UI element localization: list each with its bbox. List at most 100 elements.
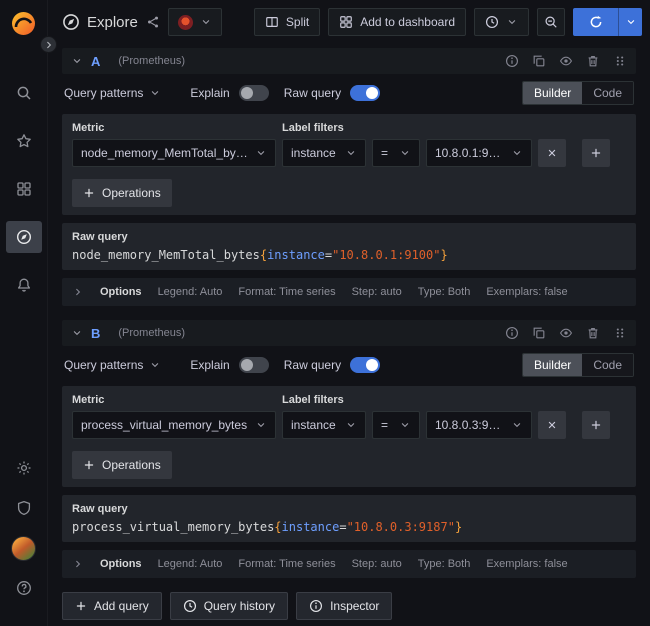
label-filters-field-label: Label filters [282, 394, 344, 406]
page-title-text: Explore [87, 14, 138, 31]
explain-toggle[interactable] [239, 357, 269, 373]
query-history-button[interactable]: Query history [170, 592, 288, 620]
raw-query-toggle[interactable] [350, 357, 380, 373]
query-toolbar: Query patterns Explain Raw query Builder… [62, 80, 636, 106]
code-mode-button[interactable]: Code [582, 354, 633, 376]
caret-down-icon [345, 419, 357, 431]
add-operation-button[interactable]: Operations [72, 179, 172, 207]
add-operation-button[interactable]: Operations [72, 451, 172, 479]
collapse-chevron-down-icon[interactable] [71, 327, 83, 339]
filter-operator-value: = [381, 418, 388, 432]
drag-grip-icon[interactable] [613, 326, 627, 340]
remove-query-trash-icon[interactable] [586, 54, 600, 68]
remove-query-trash-icon[interactable] [586, 326, 600, 340]
filter-label-select[interactable]: instance [282, 411, 366, 439]
plus-icon [590, 147, 602, 159]
add-to-dashboard-button[interactable]: Add to dashboard [328, 8, 466, 36]
query-editor-a: A (Prometheus) Query patterns Explain Ra… [62, 48, 636, 306]
explain-toggle[interactable] [239, 85, 269, 101]
sidebar-item-explore[interactable] [6, 221, 42, 253]
drag-grip-icon[interactable] [613, 54, 627, 68]
code-label-key: instance [282, 520, 340, 534]
share-alt-icon [146, 15, 160, 29]
raw-query-toggle[interactable] [350, 85, 380, 101]
duplicate-query-icon[interactable] [532, 54, 546, 68]
query-help-icon[interactable] [505, 326, 519, 340]
builder-mode-button[interactable]: Builder [523, 354, 582, 376]
add-filter-button[interactable] [582, 139, 610, 167]
hide-response-eye-icon[interactable] [559, 54, 573, 68]
sidebar-item-help[interactable] [6, 572, 42, 604]
options-label: Options [100, 286, 142, 298]
editor-mode-segmented: Builder Code [522, 353, 634, 377]
sidebar-item-search[interactable] [6, 77, 42, 109]
collapse-chevron-down-icon[interactable] [71, 55, 83, 67]
filter-value-select[interactable]: 10.8.0.3:9187 [426, 411, 532, 439]
split-button[interactable]: Split [254, 8, 320, 36]
query-builder-panel: Metric Label filters node_memory_MemTota… [62, 114, 636, 215]
run-query-button[interactable] [573, 8, 619, 36]
sidebar-item-configuration[interactable] [6, 452, 42, 484]
raw-query-panel: Raw query node_memory_MemTotal_bytes{ins… [62, 223, 636, 270]
sidebar-item-starred[interactable] [6, 125, 42, 157]
sidebar-expand-button[interactable] [40, 36, 57, 53]
grafana-logo-icon[interactable] [10, 10, 37, 37]
split-label: Split [286, 15, 309, 29]
query-patterns-dropdown[interactable]: Query patterns [64, 358, 161, 372]
filter-operator-select[interactable]: = [372, 411, 420, 439]
explain-label: Explain [190, 358, 229, 372]
metric-select[interactable]: node_memory_MemTotal_bytes [72, 139, 276, 167]
remove-filter-button[interactable] [538, 139, 566, 167]
filter-label-select[interactable]: instance [282, 139, 366, 167]
options-type: Type: Both [418, 558, 471, 570]
filter-value-text: 10.8.0.1:9100 [435, 146, 505, 160]
share-shortlink-button[interactable] [146, 15, 160, 29]
label-filters-field-label: Label filters [282, 122, 344, 134]
query-ref-id[interactable]: B [91, 326, 100, 341]
query-options-row[interactable]: Options Legend: Auto Format: Time series… [62, 550, 636, 578]
hide-response-eye-icon[interactable] [559, 326, 573, 340]
add-query-label: Add query [94, 599, 149, 613]
apps-grid-icon [339, 15, 353, 29]
query-ref-id[interactable]: A [91, 54, 100, 69]
raw-query-panel-label: Raw query [72, 231, 626, 243]
query-datasource-name: (Prometheus) [118, 55, 185, 67]
query-header-actions [505, 54, 627, 68]
run-query-interval-caret[interactable] [619, 8, 642, 36]
filter-operator-value: = [381, 146, 388, 160]
apps-grid-icon [16, 181, 32, 197]
sidebar-item-server-admin[interactable] [6, 492, 42, 524]
plus-icon [75, 600, 87, 612]
code-open-brace: { [274, 520, 281, 534]
query-header: A (Prometheus) [62, 48, 636, 74]
duplicate-query-icon[interactable] [532, 326, 546, 340]
compass-icon [62, 13, 80, 31]
prometheus-datasource-icon [178, 15, 193, 30]
remove-filter-button[interactable] [538, 411, 566, 439]
close-icon [546, 419, 558, 431]
sidebar-item-dashboards[interactable] [6, 173, 42, 205]
builder-mode-button[interactable]: Builder [523, 82, 582, 104]
code-mode-button[interactable]: Code [582, 82, 633, 104]
add-query-button[interactable]: Add query [62, 592, 162, 620]
datasource-picker[interactable] [168, 8, 222, 36]
query-help-icon[interactable] [505, 54, 519, 68]
add-filter-button[interactable] [582, 411, 610, 439]
raw-query-panel: Raw query process_virtual_memory_bytes{i… [62, 495, 636, 542]
filter-operator-select[interactable]: = [372, 139, 420, 167]
add-to-dashboard-label: Add to dashboard [360, 15, 455, 29]
columns-icon [265, 15, 279, 29]
zoom-out-icon [544, 15, 558, 29]
chevron-right-icon [72, 558, 84, 570]
inspector-button[interactable]: Inspector [296, 592, 392, 620]
filter-value-select[interactable]: 10.8.0.1:9100 [426, 139, 532, 167]
sidebar-item-profile[interactable] [6, 532, 42, 564]
zoom-out-time-range-button[interactable] [537, 8, 565, 36]
query-options-row[interactable]: Options Legend: Auto Format: Time series… [62, 278, 636, 306]
time-picker-button[interactable] [474, 8, 529, 36]
sidebar-item-alerting[interactable] [6, 269, 42, 301]
code-label-key: instance [267, 248, 325, 262]
metric-select[interactable]: process_virtual_memory_bytes [72, 411, 276, 439]
raw-query-code: process_virtual_memory_bytes{instance="1… [72, 520, 626, 534]
query-patterns-dropdown[interactable]: Query patterns [64, 86, 161, 100]
